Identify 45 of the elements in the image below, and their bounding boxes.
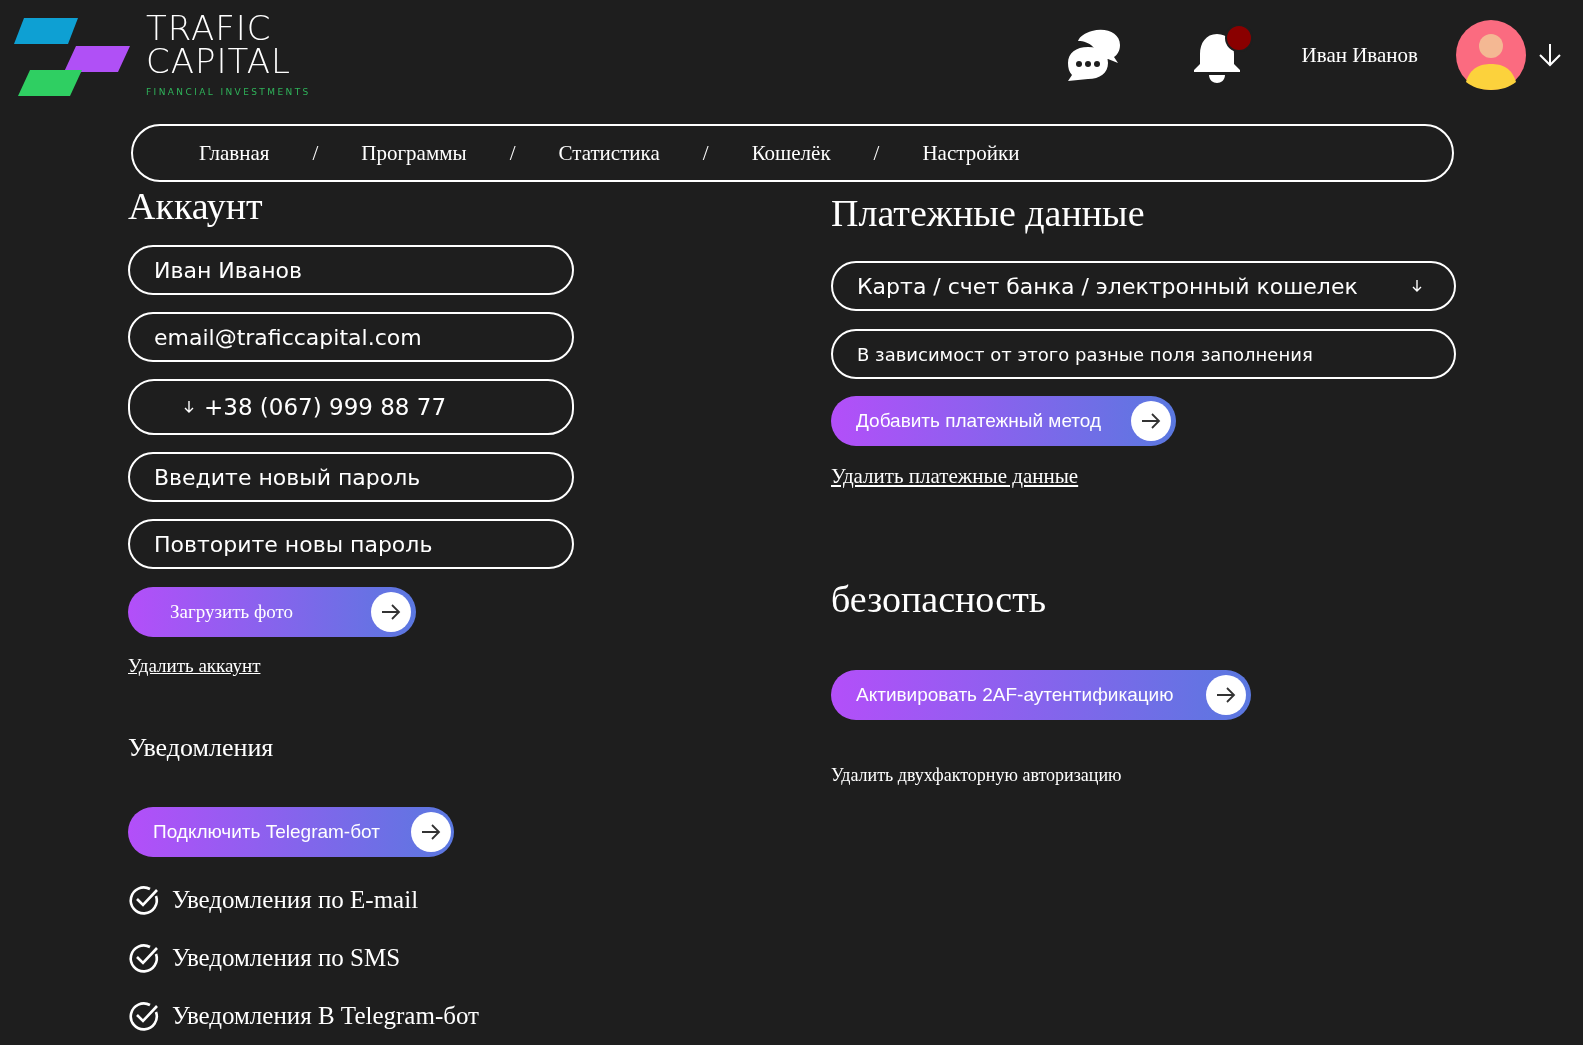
telegram-button[interactable]: Подключить Telegram-бот [128,807,454,857]
nav-link[interactable]: Кошелёк [751,140,831,166]
password-field[interactable]: Повторите новы пароль [128,519,574,569]
checkbox-label: Уведомления по SMS [172,944,401,972]
delete-account-link[interactable]: Удалить аккаунт [128,654,261,678]
upload-photo-button[interactable]: Загрузить фото [128,587,416,637]
arrow-right-icon [1131,401,1171,441]
section-title: безопасность [831,577,1047,622]
nav-link[interactable]: Главная [199,140,270,166]
checkbox[interactable] [128,1000,160,1032]
logo-tagline: FINANCIAL INVESTMENTS [146,87,311,97]
input-field[interactable]: Иван Иванов [128,245,574,295]
arrow-right-icon [371,592,411,632]
arrow-down-icon [1412,279,1422,293]
nav-link[interactable]: Статистика [558,140,660,166]
user-name[interactable]: Иван Иванов [1301,42,1418,68]
avatar[interactable] [1456,20,1526,90]
nav-separator: / [702,140,709,166]
checkbox[interactable] [128,884,160,916]
payment-details-field[interactable]: В зависимост от этого разные поля заполнения [831,329,1456,379]
nav-separator: / [312,140,319,166]
logo-title: TRAFIC [146,12,273,45]
input-field[interactable]: email@traficcapital.com [128,312,574,362]
section-title: Платежные данные [831,191,1145,236]
nav-separator: / [509,140,516,166]
arrow-right-icon [1206,675,1246,715]
password-field[interactable]: Введите новый пароль [128,452,574,502]
checkbox-label: Уведомления В Telegram-бот [172,1002,480,1030]
nav-link[interactable]: Программы [361,140,467,166]
add-payment-method-button[interactable]: Добавить платежный метод [831,396,1176,446]
arrow-down-icon[interactable] [184,400,194,414]
activate-2fa-button[interactable]: Активировать 2AF-аутентификацию [831,670,1251,720]
logo-title: CAPITAL [146,45,292,78]
arrow-right-icon [411,812,451,852]
section-title: Аккаунт [128,184,263,229]
arrow-down-icon[interactable] [1537,42,1563,68]
section-title: Уведомления [128,732,274,764]
checkbox-label: Уведомления по E-mail [172,886,419,914]
payment-method-dropdown[interactable]: Карта / счет банка / электронный кошелек [831,261,1456,311]
remove-2fa-text[interactable]: Удалить двухфакторную авторизацию [831,764,1122,786]
nav-link[interactable]: Настройки [922,140,1020,166]
delete-payment-link[interactable]: Удалить платежные данные [831,464,1079,488]
phone-field[interactable]: +38 (067) 999 88 77 [128,379,574,435]
checkbox[interactable] [128,942,160,974]
nav-separator: / [873,140,880,166]
